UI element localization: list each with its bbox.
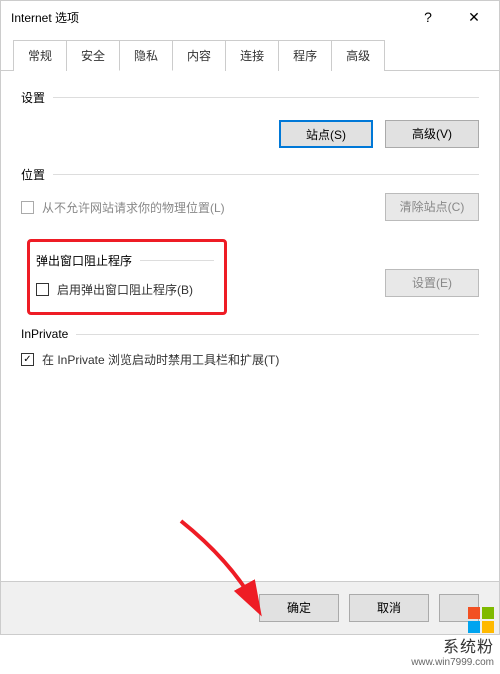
- tab-privacy[interactable]: 隐私: [119, 40, 173, 71]
- location-checkbox-label: 从不允许网站请求你的物理位置(L): [42, 199, 225, 216]
- watermark-name: 系统粉: [411, 633, 494, 657]
- popup-blocker-checkbox-label: 启用弹出窗口阻止程序(B): [57, 281, 193, 298]
- popup-blocker-checkbox[interactable]: [36, 283, 49, 296]
- popup-settings-button: 设置(E): [385, 269, 479, 297]
- titlebar: Internet 选项 ? ✕: [1, 1, 499, 33]
- watermark-url: www.win7999.com: [411, 657, 494, 668]
- window-title: Internet 选项: [11, 9, 405, 26]
- ok-button[interactable]: 确定: [259, 594, 339, 622]
- tab-security[interactable]: 安全: [66, 40, 120, 71]
- annotation-highlight: 弹出窗口阻止程序 启用弹出窗口阻止程序(B): [27, 239, 227, 315]
- section-location-title: 位置: [21, 166, 45, 183]
- tab-content-area: 设置 站点(S) 高级(V) 位置 从不允许网站请求你的物理位置(L) 清除站点…: [1, 71, 499, 581]
- sites-button[interactable]: 站点(S): [279, 120, 373, 148]
- location-checkbox[interactable]: [21, 201, 34, 214]
- tab-advanced[interactable]: 高级: [331, 40, 385, 71]
- inprivate-checkbox[interactable]: ✓: [21, 353, 34, 366]
- section-location: 位置 从不允许网站请求你的物理位置(L) 清除站点(C): [21, 166, 479, 221]
- tab-content[interactable]: 内容: [172, 40, 226, 71]
- microsoft-logo-icon: [468, 607, 494, 633]
- divider: [76, 334, 479, 335]
- advanced-button[interactable]: 高级(V): [385, 120, 479, 148]
- internet-options-dialog: Internet 选项 ? ✕ 常规 安全 隐私 内容 连接 程序 高级 设置 …: [0, 0, 500, 635]
- section-popup-blocker: 弹出窗口阻止程序 启用弹出窗口阻止程序(B) 设置(E): [21, 239, 479, 303]
- section-inprivate: InPrivate ✓ 在 InPrivate 浏览启动时禁用工具栏和扩展(T): [21, 327, 479, 368]
- section-inprivate-title: InPrivate: [21, 327, 68, 341]
- close-button[interactable]: ✕: [451, 2, 497, 32]
- divider: [53, 174, 479, 175]
- section-settings-title: 设置: [21, 89, 45, 106]
- tab-connections[interactable]: 连接: [225, 40, 279, 71]
- clear-sites-button: 清除站点(C): [385, 193, 479, 221]
- section-settings: 设置 站点(S) 高级(V): [21, 89, 479, 148]
- inprivate-checkbox-label: 在 InPrivate 浏览启动时禁用工具栏和扩展(T): [42, 351, 279, 368]
- watermark: 系统粉 www.win7999.com: [411, 607, 494, 668]
- help-button[interactable]: ?: [405, 2, 451, 32]
- divider: [140, 260, 214, 261]
- tab-general[interactable]: 常规: [13, 40, 67, 71]
- section-popup-title: 弹出窗口阻止程序: [36, 252, 132, 269]
- tab-strip: 常规 安全 隐私 内容 连接 程序 高级: [1, 33, 499, 71]
- divider: [53, 97, 479, 98]
- tab-programs[interactable]: 程序: [278, 40, 332, 71]
